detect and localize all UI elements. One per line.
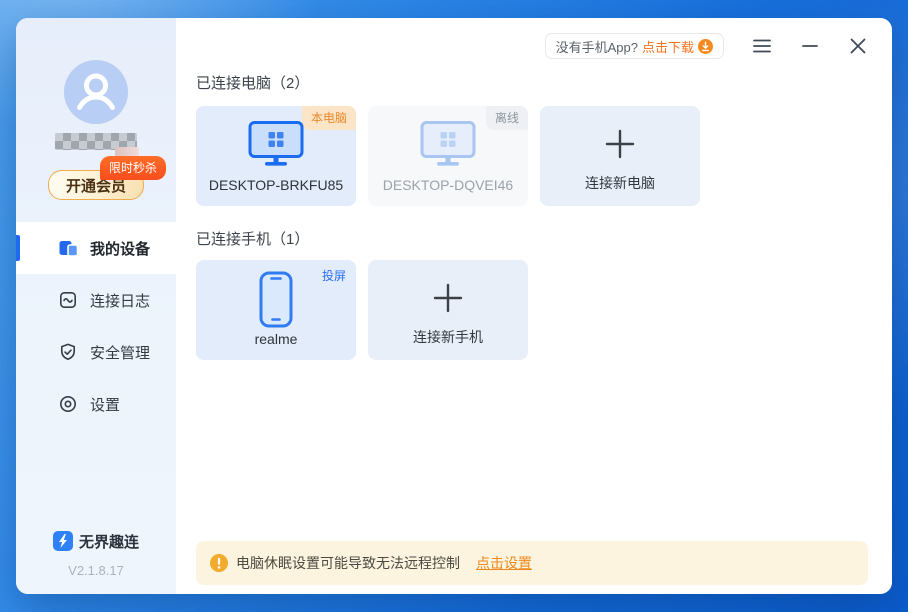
connect-new-computer-card[interactable]: 连接新电脑 [540, 106, 700, 206]
sidebar-item-security[interactable]: 安全管理 [16, 326, 176, 378]
app-version: V2.1.8.17 [16, 563, 176, 578]
device-card-desktop-dqvei46[interactable]: 离线 DESKTOP-DQVEI46 [368, 106, 528, 206]
download-app-pill[interactable]: 没有手机App? 点击下载 [545, 33, 724, 59]
no-app-question: 没有手机App? [556, 37, 638, 56]
log-icon [58, 290, 78, 310]
sidebar-item-label: 设置 [90, 394, 120, 415]
devices-icon [58, 238, 78, 258]
device-name: DESKTOP-BRKFU85 [209, 177, 343, 193]
computer-cards: 本电脑 DESKTOP-BRKFU85 离线 [196, 106, 868, 206]
shield-check-icon [58, 342, 78, 362]
sidebar-item-label: 连接日志 [90, 290, 150, 311]
download-icon [698, 39, 713, 54]
connect-new-phone-card[interactable]: 连接新手机 [368, 260, 528, 360]
add-phone-label: 连接新手机 [413, 327, 483, 347]
sidebar-item-settings[interactable]: 设置 [16, 378, 176, 430]
device-name: DESKTOP-DQVEI46 [383, 177, 513, 193]
device-name: realme [255, 331, 298, 347]
sleep-warning-banner: 电脑休眠设置可能导致无法远程控制 点击设置 [196, 541, 868, 585]
close-icon [850, 38, 866, 54]
sidebar-item-my-devices[interactable]: 我的设备 [16, 222, 176, 274]
monitor-icon [247, 120, 305, 167]
app-window: 开通会员 限时秒杀 我的设备 连接日志 [16, 18, 892, 594]
sidebar-item-label: 安全管理 [90, 342, 150, 363]
app-logo-icon [53, 531, 73, 551]
device-card-realme[interactable]: 投屏 realme [196, 260, 356, 360]
sidebar-footer: 无界趣连 V2.1.8.17 [16, 531, 176, 579]
warning-text: 电脑休眠设置可能导致无法远程控制 [236, 553, 460, 573]
phone-icon [256, 270, 296, 330]
device-card-desktop-brkfu85[interactable]: 本电脑 DESKTOP-BRKFU85 [196, 106, 356, 206]
monitor-icon-offline [419, 120, 477, 167]
sidebar-item-label: 我的设备 [90, 238, 150, 259]
sidebar: 开通会员 限时秒杀 我的设备 连接日志 [16, 18, 176, 594]
settings-icon [58, 394, 78, 414]
plus-icon [604, 128, 636, 160]
close-button[interactable] [848, 36, 868, 56]
add-computer-label: 连接新电脑 [585, 173, 655, 193]
minimize-button[interactable] [800, 36, 820, 56]
app-name: 无界趣连 [79, 531, 139, 552]
username-redacted [55, 133, 137, 150]
computers-section-title: 已连接电脑（2） [196, 74, 868, 94]
warning-icon [210, 554, 228, 572]
sidebar-menu: 我的设备 连接日志 安全管理 [16, 222, 176, 430]
warning-settings-link[interactable]: 点击设置 [476, 553, 532, 573]
titlebar: 没有手机App? 点击下载 [196, 18, 868, 74]
plus-icon [432, 282, 464, 314]
phone-cards: 投屏 realme 连接新手机 [196, 260, 868, 360]
menu-button[interactable] [752, 36, 772, 56]
main-panel: 没有手机App? 点击下载 已连接电脑（2） 本电脑 [176, 18, 892, 594]
download-link[interactable]: 点击下载 [642, 37, 694, 56]
phones-section-title: 已连接手机（1） [196, 230, 868, 250]
flash-sale-badge: 限时秒杀 [100, 156, 166, 180]
hamburger-icon [753, 39, 771, 53]
sidebar-item-connection-log[interactable]: 连接日志 [16, 274, 176, 326]
user-avatar-icon[interactable] [64, 60, 128, 124]
minimize-icon [802, 44, 818, 48]
